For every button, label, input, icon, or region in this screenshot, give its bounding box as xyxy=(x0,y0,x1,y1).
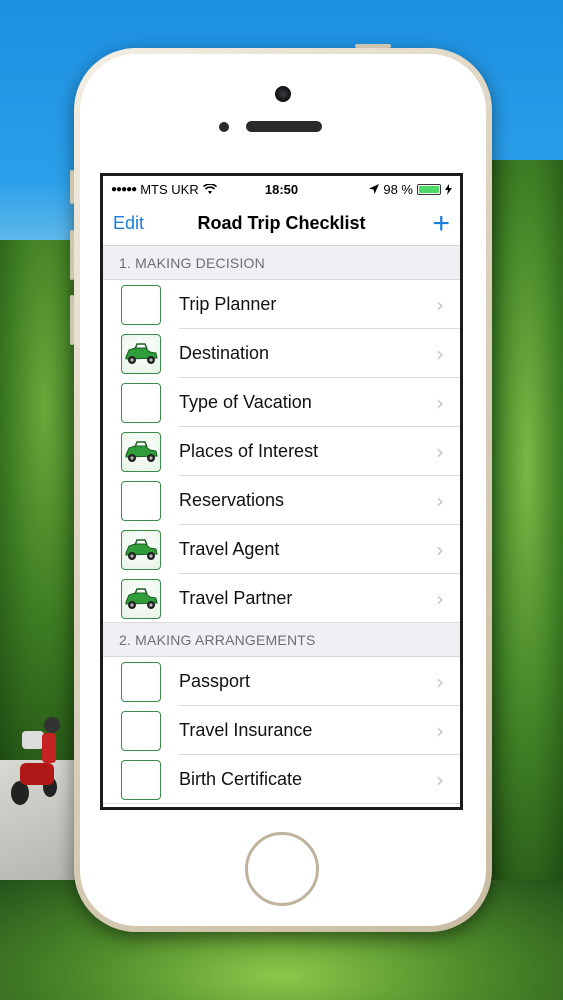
checklist-row[interactable]: Trip Planner › xyxy=(103,280,460,329)
row-label: Trip Planner xyxy=(179,294,277,314)
chevron-right-icon: › xyxy=(436,537,444,562)
chevron-right-icon: › xyxy=(436,488,444,513)
volume-up-button[interactable] xyxy=(70,230,74,280)
section-header: 1. MAKING DECISION xyxy=(103,246,460,280)
checklist: 1. MAKING DECISION Trip Planner › Destinati… xyxy=(103,246,460,804)
row-label: Type of Vacation xyxy=(179,392,312,412)
checklist-row[interactable]: Birth Certificate › xyxy=(103,755,460,804)
signal-strength-icon: ●●●●● xyxy=(111,183,137,195)
row-label: Birth Certificate xyxy=(179,769,303,789)
clock: 18:50 xyxy=(264,181,299,197)
screen: ●●●●● MTS UKR 18:50 98 % Edit Road Trip … xyxy=(100,173,463,810)
checklist-row[interactable]: Places of Interest › xyxy=(103,427,460,476)
row-label: Reservations xyxy=(179,490,285,510)
mute-switch[interactable] xyxy=(70,170,74,204)
checkbox-unchecked[interactable] xyxy=(121,382,161,423)
chevron-right-icon: › xyxy=(436,669,444,694)
front-camera xyxy=(275,86,291,102)
app-display: ●●●●● MTS UKR 18:50 98 % Edit Road Trip … xyxy=(103,176,460,807)
location-arrow-icon xyxy=(369,184,380,194)
checkbox-unchecked[interactable] xyxy=(121,480,161,521)
checklist-row[interactable]: Type of Vacation › xyxy=(103,378,460,427)
checkbox-checked[interactable] xyxy=(121,431,161,472)
row-label: Travel Agent xyxy=(179,539,280,559)
status-right: 98 % xyxy=(369,182,452,197)
page-title: Road Trip Checklist xyxy=(197,213,366,233)
green-car-icon xyxy=(125,538,158,560)
row-label: Travel Insurance xyxy=(179,720,313,740)
checklist-row[interactable]: Destination › xyxy=(103,329,460,378)
motorcyclist-image xyxy=(11,717,60,805)
checklist-row[interactable]: Travel Agent › xyxy=(103,525,460,574)
chevron-right-icon: › xyxy=(436,718,444,743)
navigation-bar: Edit Road Trip Checklist + xyxy=(103,202,460,246)
checkbox-checked[interactable] xyxy=(121,529,161,570)
checklist-row[interactable]: Reservations › xyxy=(103,476,460,525)
charging-bolt-icon xyxy=(445,183,452,195)
green-car-icon xyxy=(125,587,158,609)
chevron-right-icon: › xyxy=(436,767,444,792)
proximity-sensor xyxy=(219,122,229,132)
chevron-right-icon: › xyxy=(436,390,444,415)
section-header: 2. MAKING ARRANGEMENTS xyxy=(103,623,460,657)
checkbox-checked[interactable] xyxy=(121,333,161,374)
carrier-name: MTS UKR xyxy=(140,181,199,197)
edit-button[interactable]: Edit xyxy=(113,213,144,234)
wifi-icon xyxy=(202,183,217,194)
chevron-right-icon: › xyxy=(436,586,444,611)
earpiece-speaker xyxy=(246,121,322,132)
row-label: Passport xyxy=(179,671,251,691)
checkbox-unchecked[interactable] xyxy=(121,710,161,751)
checklist-row[interactable]: Travel Partner › xyxy=(103,574,460,623)
battery-percent: 98 % xyxy=(383,181,413,197)
checkbox-checked[interactable] xyxy=(121,578,161,619)
green-car-icon xyxy=(125,440,158,462)
row-label: Travel Partner xyxy=(179,588,293,608)
row-label: Places of Interest xyxy=(179,441,319,461)
battery-icon xyxy=(417,183,441,195)
checklist-row[interactable]: Travel Insurance › xyxy=(103,706,460,755)
checkbox-unchecked[interactable] xyxy=(121,759,161,800)
green-car-icon xyxy=(125,342,158,364)
volume-down-button[interactable] xyxy=(70,295,74,345)
add-button[interactable]: + xyxy=(432,208,450,239)
checkbox-unchecked[interactable] xyxy=(121,661,161,702)
status-left: ●●●●● MTS UKR xyxy=(111,182,217,197)
chevron-right-icon: › xyxy=(436,292,444,317)
home-button[interactable] xyxy=(245,832,319,906)
chevron-right-icon: › xyxy=(436,341,444,366)
chevron-right-icon: › xyxy=(436,439,444,464)
checklist-row[interactable]: Passport › xyxy=(103,657,460,706)
checkbox-unchecked[interactable] xyxy=(121,284,161,325)
row-label: Destination xyxy=(179,343,270,363)
status-bar: ●●●●● MTS UKR 18:50 98 % xyxy=(103,176,460,202)
battery-level xyxy=(419,185,439,193)
power-button[interactable] xyxy=(355,44,391,48)
